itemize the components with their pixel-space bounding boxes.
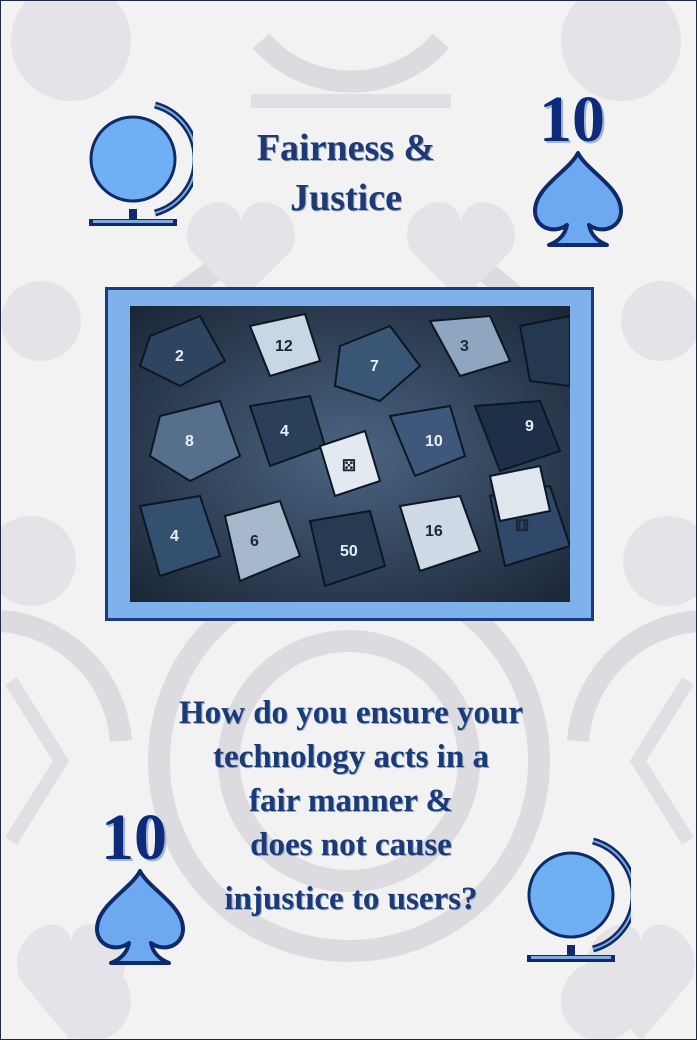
svg-text:4: 4 <box>280 423 289 440</box>
spade-icon <box>95 869 185 965</box>
globe-icon <box>89 101 193 226</box>
svg-text:4: 4 <box>170 528 179 545</box>
svg-text:9: 9 <box>525 418 534 435</box>
globe-icon <box>527 837 631 962</box>
question-line-1: How do you ensure your <box>178 695 524 731</box>
svg-text:16: 16 <box>425 523 443 540</box>
question-line-2: technology acts in a <box>213 739 489 775</box>
question-line-5: injustice to users? <box>224 881 478 917</box>
svg-text:12: 12 <box>275 338 293 355</box>
svg-text:⚄: ⚄ <box>342 458 356 475</box>
svg-text:50: 50 <box>340 543 358 560</box>
svg-text:⚅: ⚅ <box>515 518 529 535</box>
card-title: Fairness & Justice <box>181 123 511 223</box>
svg-text:7: 7 <box>370 358 379 375</box>
question-line-3: fair manner & <box>248 783 454 819</box>
rank-top: 10 <box>539 83 605 156</box>
question-line-4: does not cause <box>250 827 452 863</box>
svg-text:6: 6 <box>250 533 259 550</box>
svg-text:2: 2 <box>175 348 184 365</box>
svg-text:3: 3 <box>460 338 469 355</box>
title-line-1: Fairness & <box>256 127 436 169</box>
photo-frame: 2 12 7 3 8 4 ⚄ 10 4 6 50 16 ⚅ 9 <box>105 287 594 621</box>
svg-text:10: 10 <box>425 433 443 450</box>
playing-card: Fairness & Justice 10 2 12 7 3 8 4 ⚄ 10 … <box>0 0 697 1040</box>
dice-photo: 2 12 7 3 8 4 ⚄ 10 4 6 50 16 ⚅ 9 <box>130 306 570 602</box>
title-line-2: Justice <box>290 177 402 219</box>
rank-bottom: 10 <box>101 801 167 874</box>
card-question: How do you ensure your technology acts i… <box>131 691 571 921</box>
spade-icon <box>533 151 623 247</box>
svg-text:8: 8 <box>185 433 194 450</box>
